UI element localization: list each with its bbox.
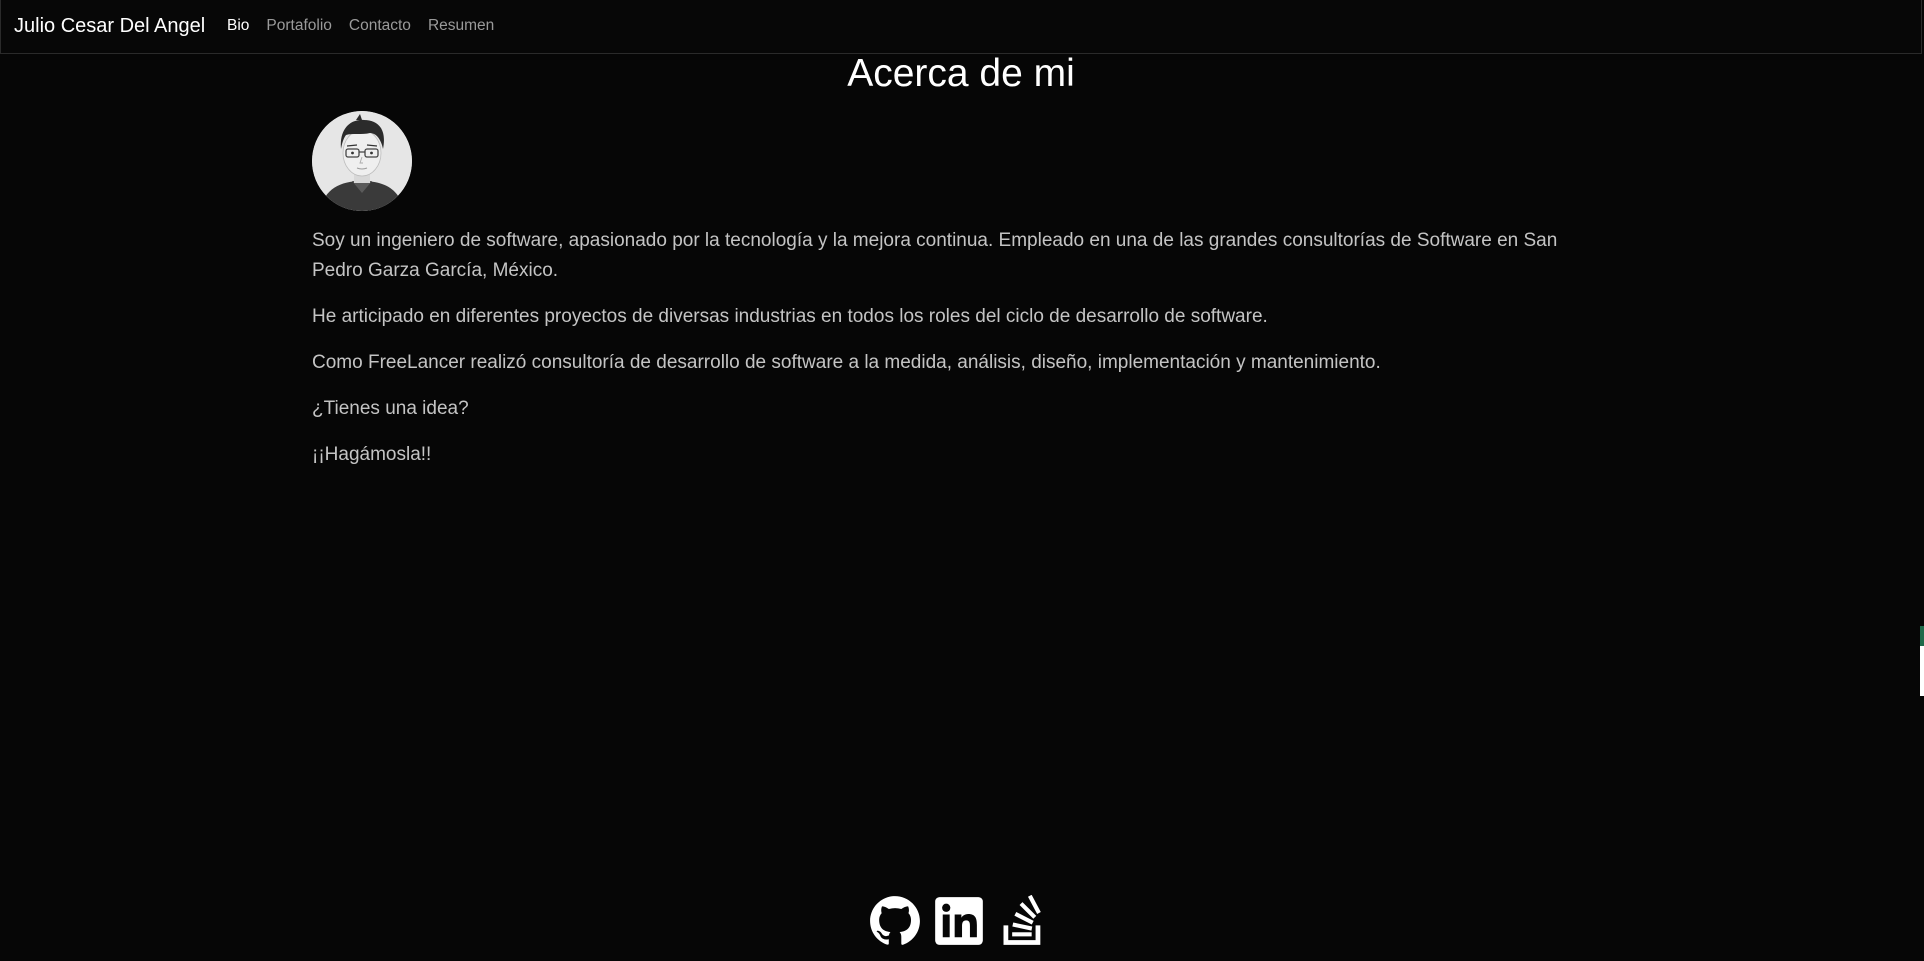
nav-link-portafolio[interactable]: Portafolio [266, 17, 331, 35]
bio-question: ¿Tienes una idea? [312, 398, 469, 419]
bio-paragraph: He articipado en diferentes proyectos de… [312, 306, 1268, 327]
bio-paragraph: Soy un ingeniero de software, apasionado… [312, 230, 1558, 281]
social-links [869, 895, 1049, 947]
bio-content: Soy un ingeniero de software, apasionado… [312, 226, 1612, 486]
nav-link-resumen[interactable]: Resumen [428, 17, 494, 35]
stackoverflow-icon[interactable] [997, 895, 1049, 947]
page-title: Acerca de mi [847, 52, 1075, 95]
nav-link-bio[interactable]: Bio [227, 17, 249, 35]
bio-call-to-action: ¡¡Hagámosla!! [312, 444, 432, 465]
linkedin-icon[interactable] [933, 895, 985, 947]
github-icon[interactable] [869, 895, 921, 947]
navbar: Julio Cesar Del Angel Bio Portafolio Con… [0, 0, 1922, 54]
avatar-illustration [312, 111, 412, 211]
brand-link[interactable]: Julio Cesar Del Angel [14, 15, 205, 38]
avatar [312, 111, 412, 211]
nav-links: Bio Portafolio Contacto Resumen [227, 17, 494, 35]
bio-paragraph: Como FreeLancer realizó consultoría de d… [312, 352, 1381, 373]
nav-link-contacto[interactable]: Contacto [349, 17, 411, 35]
scrollbar-accent [1920, 626, 1924, 646]
